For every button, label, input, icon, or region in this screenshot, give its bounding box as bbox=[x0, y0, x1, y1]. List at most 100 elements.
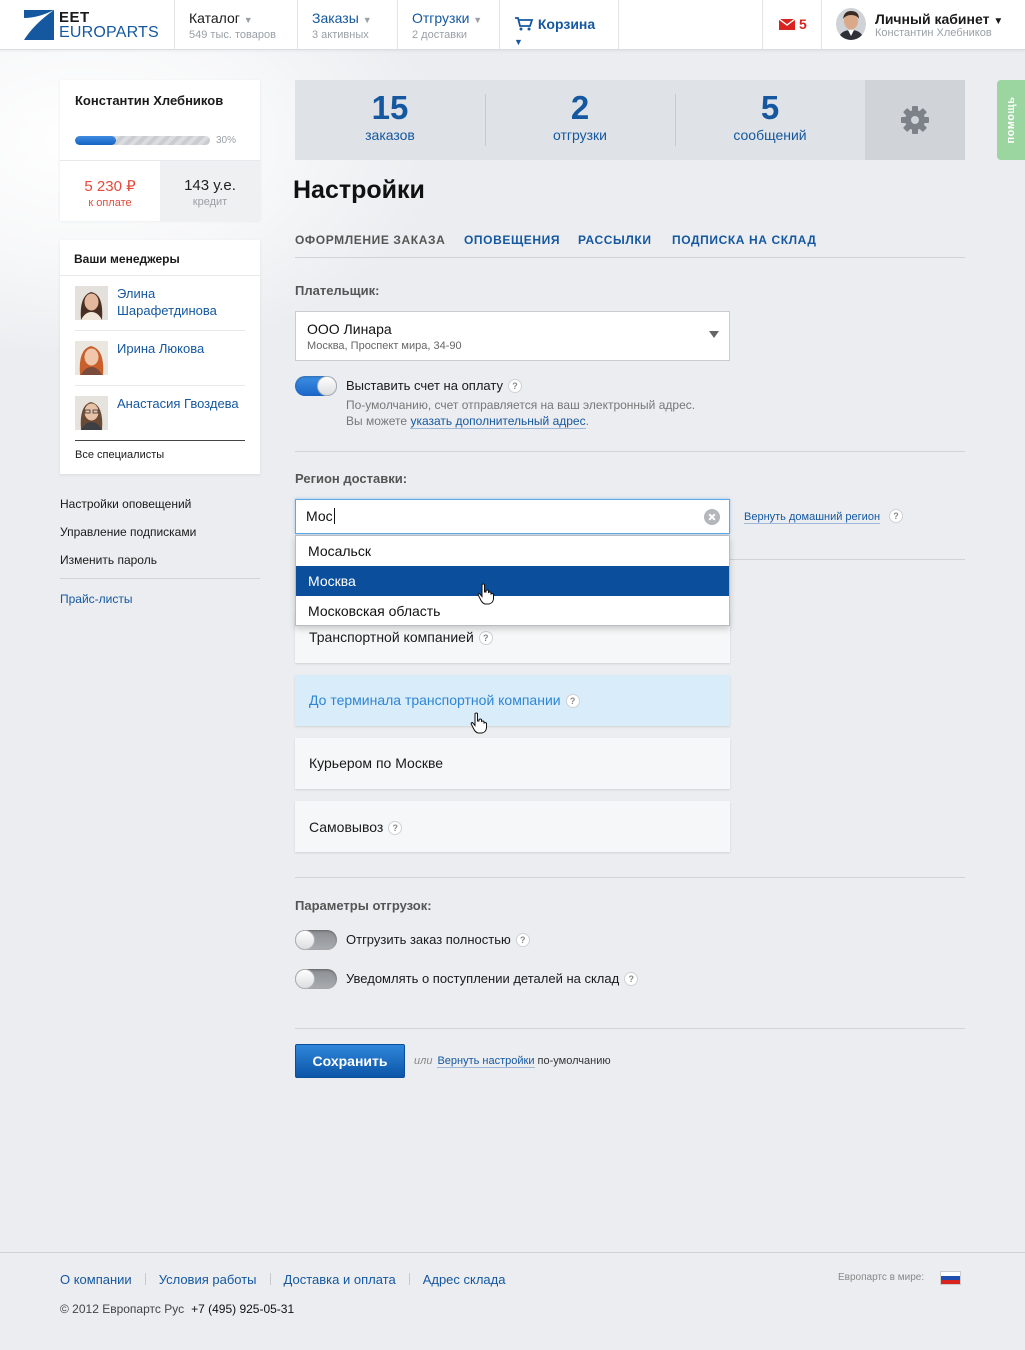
sidebar-link-password[interactable]: Изменить пароль bbox=[60, 550, 260, 578]
suggestion-item[interactable]: Мосальск bbox=[296, 536, 729, 566]
page-title: Настройки bbox=[293, 176, 425, 204]
cabinet-label: Личный кабинет bbox=[875, 11, 990, 27]
chevron-down-icon: ▼ bbox=[514, 37, 523, 47]
cabinet-user-name: Константин Хлебников bbox=[875, 27, 992, 39]
help-icon[interactable]: ? bbox=[507, 379, 522, 393]
help-tab[interactable]: помощь bbox=[997, 80, 1025, 160]
manager-item[interactable]: Элина Шарафетдинова bbox=[75, 276, 245, 331]
save-button[interactable]: Сохранить bbox=[295, 1044, 405, 1078]
help-icon[interactable]: ? bbox=[388, 821, 403, 835]
sidebar-link-subscriptions[interactable]: Управление подписками bbox=[60, 522, 260, 550]
to-pay-label: к оплате bbox=[88, 197, 132, 209]
reset-region-link[interactable]: Вернуть домашний регион bbox=[744, 511, 881, 524]
manager-photo bbox=[75, 396, 108, 430]
suggestion-item[interactable]: Московская область bbox=[296, 596, 729, 626]
delivery-option[interactable]: Самовывоз? bbox=[295, 801, 730, 852]
help-icon[interactable]: ? bbox=[889, 509, 904, 523]
nav-messages[interactable]: 5 bbox=[762, 0, 822, 49]
top-navigation: EET EUROPARTS Каталог ▼ 549 тыс. товаров… bbox=[0, 0, 1025, 50]
or-text: или bbox=[414, 1055, 433, 1067]
to-pay-block[interactable]: 5 230 ₽ к оплате bbox=[60, 161, 160, 221]
invoice-hint-line2: Вы можете указать дополнительный адрес. bbox=[346, 413, 695, 429]
help-icon[interactable]: ? bbox=[624, 972, 639, 986]
help-icon[interactable]: ? bbox=[478, 631, 493, 645]
russia-flag-icon[interactable] bbox=[940, 1271, 961, 1285]
manager-name: Ирина Люкова bbox=[117, 341, 205, 356]
envelope-icon bbox=[779, 19, 795, 30]
sidebar-link-price-lists[interactable]: Прайс-листы bbox=[60, 589, 260, 617]
invoice-label: Выставить счет на оплату bbox=[346, 378, 503, 393]
stock-notify-toggle[interactable] bbox=[295, 969, 337, 989]
reset-settings: или Вернуть настройки по-умолчанию bbox=[414, 1055, 611, 1068]
payer-value: ООО Линара bbox=[307, 321, 392, 337]
tab-mailings[interactable]: Рассылки bbox=[578, 233, 652, 247]
region-input[interactable]: Мос bbox=[295, 499, 730, 534]
tab-order[interactable]: Оформление заказа bbox=[295, 233, 445, 247]
invoice-hint: По-умолчанию, счет отправляется на ваш э… bbox=[346, 397, 695, 429]
footer-link-warehouse[interactable]: Адрес склада bbox=[423, 1272, 506, 1287]
stat-messages[interactable]: 5 сообщений bbox=[675, 80, 865, 160]
footer-link-delivery[interactable]: Доставка и оплата bbox=[284, 1272, 396, 1287]
payer-label: Плательщик: bbox=[295, 283, 380, 298]
invoice-option: Выставить счет на оплату? bbox=[346, 378, 522, 393]
settings-button[interactable] bbox=[865, 80, 965, 160]
stat-shipments-label: отгрузки bbox=[553, 127, 607, 143]
full-shipment-toggle[interactable] bbox=[295, 930, 337, 950]
invoice-hint-line1: По-умолчанию, счет отправляется на ваш э… bbox=[346, 398, 696, 412]
region-input-text: Мос bbox=[306, 508, 333, 524]
stat-orders[interactable]: 15 заказов bbox=[295, 80, 485, 160]
delivery-option-label: Транспортной компанией bbox=[309, 629, 474, 645]
nav-shipments-label: Отгрузки bbox=[412, 10, 470, 26]
to-pay-value: 5 230 ₽ bbox=[84, 178, 136, 195]
sidebar-link-notifications[interactable]: Настройки оповещений bbox=[60, 494, 260, 522]
footer: О компании Условия работы Доставка и оплат… bbox=[0, 1252, 1025, 1350]
sidebar-divider bbox=[60, 578, 260, 579]
nav-catalog[interactable]: Каталог ▼ 549 тыс. товаров bbox=[174, 0, 297, 49]
messages-count: 5 bbox=[799, 16, 807, 32]
footer-link-about[interactable]: О компании bbox=[60, 1272, 132, 1287]
manager-item[interactable]: Ирина Люкова bbox=[75, 331, 245, 386]
tab-notifications[interactable]: Оповещения bbox=[464, 233, 560, 247]
nav-cabinet[interactable]: Личный кабинет ▼ Константин Хлебников bbox=[836, 8, 1016, 44]
chevron-down-icon: ▼ bbox=[993, 16, 1004, 27]
section-divider bbox=[295, 877, 965, 878]
help-icon[interactable]: ? bbox=[515, 933, 530, 947]
nav-shipments[interactable]: Отгрузки ▼ 2 доставки bbox=[397, 0, 499, 49]
stat-shipments[interactable]: 2 отгрузки bbox=[485, 80, 675, 160]
stat-messages-label: сообщений bbox=[733, 127, 807, 143]
gear-icon bbox=[901, 106, 929, 134]
manager-item[interactable]: Анастасия Гвоздева bbox=[75, 386, 245, 441]
tab-stock-subscription[interactable]: Подписка на склад bbox=[672, 233, 817, 247]
nav-orders-sub: 3 активных bbox=[312, 29, 369, 41]
chevron-down-icon: ▼ bbox=[362, 15, 372, 25]
user-summary-card: Константин Хлебников 30% 5 230 ₽ к оплат… bbox=[60, 80, 260, 221]
reset-settings-link[interactable]: Вернуть настройки bbox=[437, 1055, 535, 1068]
help-icon[interactable]: ? bbox=[565, 694, 580, 708]
invoice-hint-prefix: Вы можете bbox=[346, 414, 411, 428]
nav-shipments-sub: 2 доставки bbox=[412, 29, 468, 41]
suggestion-item-selected[interactable]: Москва bbox=[296, 566, 729, 596]
delivery-option[interactable]: Курьером по Москве bbox=[295, 738, 730, 789]
sidebar-links: Настройки оповещений Управление подписка… bbox=[60, 494, 260, 617]
region-label: Регион доставки: bbox=[295, 471, 408, 486]
add-address-link[interactable]: указать дополнительный адрес bbox=[410, 414, 586, 429]
delivery-option-label: Самовывоз bbox=[309, 819, 384, 835]
cart-icon bbox=[515, 17, 534, 31]
footer-link-terms[interactable]: Условия работы bbox=[159, 1272, 257, 1287]
delivery-option-label: До терминала транспортной компании bbox=[309, 692, 561, 708]
all-specialists-link[interactable]: Все специалисты bbox=[75, 440, 245, 461]
invoice-hint-suffix: . bbox=[585, 414, 589, 428]
region-input-value: Мос bbox=[306, 508, 335, 524]
nav-cart[interactable]: Корзина ▼ bbox=[499, 0, 619, 49]
chevron-down-icon: ▼ bbox=[243, 15, 253, 25]
payer-select[interactable]: ООО Линара Москва, Проспект мира, 34-90 bbox=[295, 311, 730, 361]
delivery-option-hover[interactable]: До терминала транспортной компании? bbox=[295, 675, 730, 726]
footer-links: О компании Условия работы Доставка и оплат… bbox=[60, 1272, 505, 1287]
nav-orders[interactable]: Заказы ▼ 3 активных bbox=[297, 0, 397, 49]
invoice-toggle[interactable] bbox=[295, 376, 337, 396]
stat-messages-value: 5 bbox=[760, 89, 780, 126]
managers-panel: Ваши менеджеры Элина Шарафетдинова Ирина… bbox=[60, 240, 260, 474]
credit-value: 143 у.е. bbox=[184, 177, 236, 194]
clear-icon[interactable] bbox=[704, 509, 720, 525]
logo[interactable]: EET EUROPARTS bbox=[24, 9, 164, 41]
